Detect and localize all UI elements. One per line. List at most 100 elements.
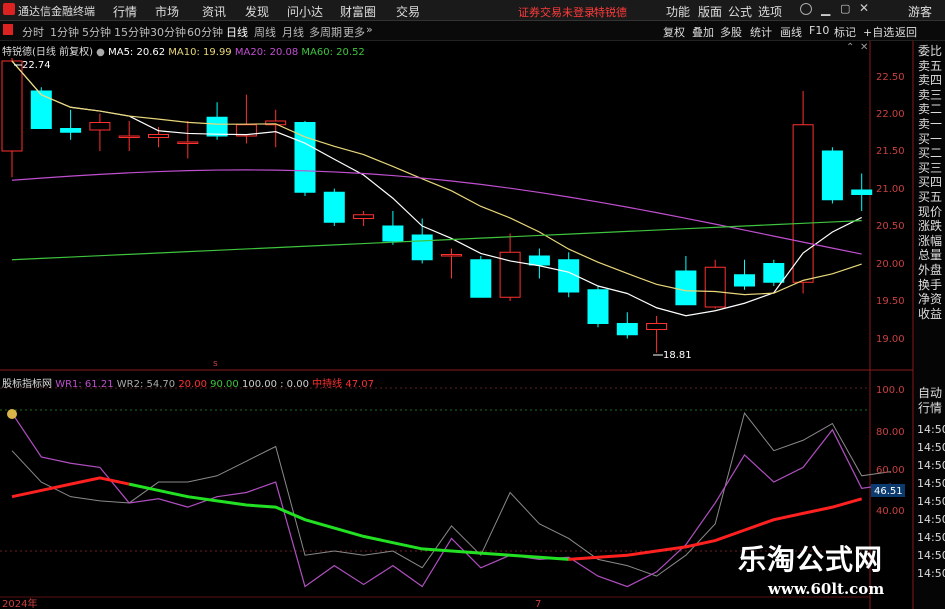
period-weekly[interactable]: 周线 — [254, 24, 276, 40]
chevron-right-icon[interactable]: » — [366, 23, 373, 36]
candle-body — [616, 323, 638, 336]
x-axis-label-month: 7 — [535, 599, 541, 609]
menu-item-quotes[interactable]: 行情 — [113, 3, 137, 20]
candle-body — [763, 263, 785, 283]
candle-body — [646, 323, 668, 330]
user-icon[interactable] — [800, 3, 812, 15]
tool-f10[interactable]: F10 — [809, 24, 829, 37]
guest-label[interactable]: 游客 — [908, 3, 932, 20]
mid-line-value: 47.07 — [345, 379, 374, 390]
menu-item-layout[interactable]: 版面 — [698, 3, 722, 20]
ma60-label: MA60: 20.52 — [301, 47, 365, 58]
price-tick: 20.50 — [876, 221, 905, 232]
quotes-tab[interactable]: 行情 — [918, 401, 942, 416]
level-90-label: 90.00 — [210, 379, 239, 390]
menu-item-options[interactable]: 选项 — [758, 3, 782, 20]
menu-bar: 通达信金融终端 行情 市场 资讯 发现 问小达 财富圈 交易 证券交易未登录 特… — [0, 0, 945, 21]
trade-panel: 自动 行情 — [918, 386, 942, 415]
high-label: 22.74 — [22, 60, 51, 71]
watermark-title: 乐淘公式网 — [738, 543, 884, 576]
quote-label: 现价 — [918, 204, 943, 219]
period-1min[interactable]: 1分钟 — [50, 24, 79, 40]
maximize-icon[interactable]: ▢ — [840, 2, 850, 15]
indicator-title[interactable]: 股标指标网 — [2, 379, 52, 390]
candle-body — [821, 150, 843, 201]
period-60min[interactable]: 60分钟 — [187, 24, 223, 40]
candlesticks — [1, 58, 873, 353]
tick-time: 14:50 — [917, 441, 945, 454]
menu-item-wealth[interactable]: 财富圈 — [340, 3, 376, 20]
period-5min[interactable]: 5分钟 — [82, 24, 111, 40]
ma10-label: MA10: 19.99 — [168, 47, 232, 58]
app-name: 通达信金融终端 — [18, 5, 95, 18]
period-more[interactable]: 更多 — [343, 24, 365, 40]
tool-stats[interactable]: 统计 — [750, 24, 772, 40]
quote-label: 买一 — [918, 131, 943, 146]
period-daily[interactable]: 日线 — [226, 24, 248, 40]
candle-body — [323, 191, 345, 223]
candle-body — [441, 254, 462, 257]
chevron-up-icon[interactable]: ⌃ — [846, 42, 854, 53]
close-icon[interactable]: ✕ — [859, 1, 869, 15]
period-multi[interactable]: 多周期 — [309, 24, 342, 40]
candle-body — [148, 134, 169, 138]
ma20-label: MA20: 20.08 — [234, 47, 299, 58]
close-panel-icon[interactable]: ✕ — [860, 42, 868, 53]
menu-item-trade[interactable]: 交易 — [396, 3, 420, 20]
indicator-tick: 40.00 — [876, 506, 905, 517]
candle-body — [30, 90, 52, 129]
wr1-label: WR1: 61.21 — [55, 379, 114, 390]
quote-label: 委比 — [918, 44, 943, 58]
tick-time-list: 14:50 14:50 14:50 14:50 14:50 14:50 14:5… — [917, 421, 945, 583]
login-notice[interactable]: 证券交易未登录 — [518, 4, 595, 20]
tool-overlay[interactable]: 叠加 — [692, 24, 714, 40]
chart-area[interactable]: 22.74 18.81 22.50 22.00 21.50 21.00 20.5… — [0, 41, 945, 609]
tool-draw[interactable]: 画线 — [780, 24, 802, 40]
tool-multi-stock[interactable]: 多股 — [720, 24, 742, 40]
level-20-label: 20.00 — [178, 379, 207, 390]
period-30min[interactable]: 30分钟 — [150, 24, 186, 40]
ma20-line — [11, 169, 862, 255]
menu-item-function[interactable]: 功能 — [666, 3, 690, 20]
wr2-label: WR2: 54.70 — [116, 379, 176, 390]
tick-time: 14:50 — [917, 477, 945, 490]
x-axis-label-year: 2024年 — [2, 597, 37, 609]
tick-time: 14:50 — [917, 495, 945, 508]
tick-time: 14:50 — [917, 531, 945, 544]
auto-tab[interactable]: 自动 — [918, 386, 942, 401]
price-tick: 20.00 — [876, 259, 905, 270]
menu-item-news[interactable]: 资讯 — [202, 3, 226, 20]
tool-add-watch[interactable]: +自选 — [863, 24, 894, 40]
candle-body — [587, 289, 609, 324]
period-monthly[interactable]: 月线 — [282, 24, 304, 40]
ma60-line — [11, 220, 862, 261]
menu-item-formula[interactable]: 公式 — [728, 3, 752, 20]
period-15min[interactable]: 15分钟 — [114, 24, 150, 40]
bookmark-icon[interactable] — [3, 24, 13, 35]
tick-time: 14:50 — [917, 549, 945, 562]
mid-line-label: 中持线 — [312, 379, 343, 390]
quote-label: 买二 — [918, 146, 943, 161]
level-range-label: 100.00 : 0.00 — [241, 379, 309, 390]
candle-body — [353, 214, 375, 219]
candle-body — [60, 128, 82, 133]
tool-adjust[interactable]: 复权 — [663, 24, 685, 40]
menu-item-discover[interactable]: 发现 — [245, 3, 269, 20]
candle-body — [851, 189, 873, 195]
tool-back[interactable]: 返回 — [895, 24, 917, 40]
minimize-icon[interactable]: ▁ — [821, 2, 830, 16]
money-bag-icon — [7, 409, 17, 419]
quote-label: 收益 — [918, 306, 943, 321]
tool-mark[interactable]: 标记 — [834, 24, 856, 40]
menu-item-ask[interactable]: 问小达 — [287, 3, 323, 20]
price-tick: 19.00 — [876, 334, 905, 345]
indicator-tick: 60.00 — [876, 465, 905, 476]
period-intraday[interactable]: 分时 — [22, 24, 44, 40]
candle-body — [177, 141, 199, 144]
mid-line-green — [128, 482, 569, 561]
period-toolbar: 分时 1分钟 5分钟 15分钟 30分钟 60分钟 日线 周线 月线 多周期 更… — [0, 21, 945, 41]
menu-item-market[interactable]: 市场 — [155, 3, 179, 20]
candle-body — [1, 60, 23, 152]
indicator-tick: 100.0 — [876, 385, 905, 396]
mid-line-red — [11, 476, 130, 499]
